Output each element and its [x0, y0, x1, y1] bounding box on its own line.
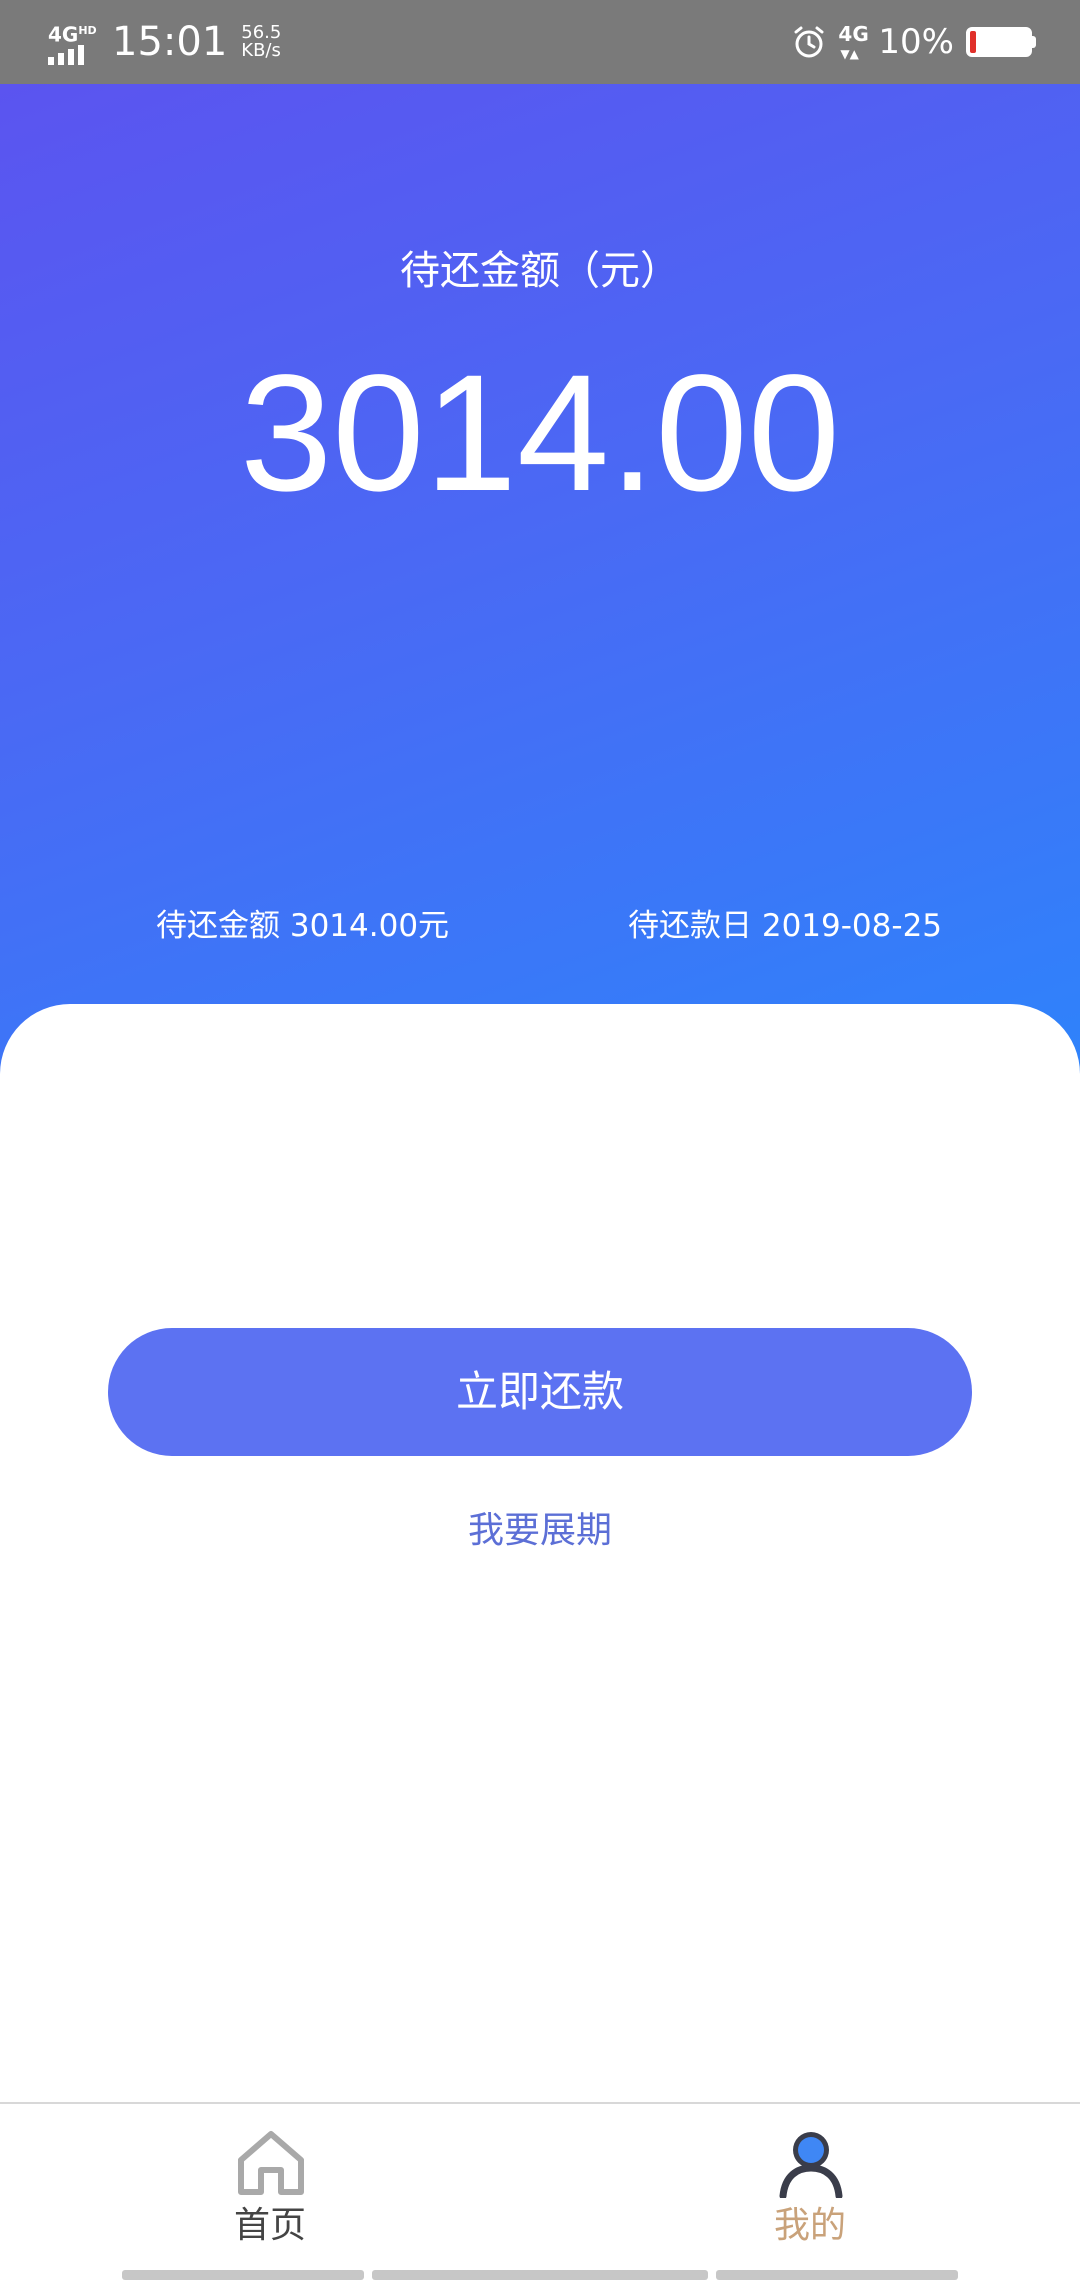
network-hd: HD: [78, 24, 97, 37]
network-speed: 56.5 KB/s: [241, 24, 281, 60]
home-icon: [238, 2131, 304, 2195]
status-bar-left: 4GHD 15:01 56.5 KB/s: [44, 14, 281, 70]
bottom-tab-bar: 首页 我的: [0, 2102, 1080, 2280]
tab-mine-label: 我的: [773, 2205, 846, 2246]
battery-percent: 10%: [878, 22, 954, 62]
signal-bars: [48, 45, 84, 65]
nav-gesture-bar-center: [372, 2270, 708, 2280]
alarm-icon: [794, 26, 824, 58]
status-bar: 4GHD 15:01 56.5 KB/s 4G ▼▲ 10%: [0, 0, 1080, 84]
nav-gesture-bar-right: [716, 2270, 958, 2280]
battery-fill: [970, 31, 976, 53]
amount-due-title: 待还金额（元）: [400, 248, 680, 294]
data-network-label: 4G: [838, 22, 869, 46]
signal-icon: 4GHD: [44, 17, 102, 67]
nav-gesture-bar-left: [122, 2270, 364, 2280]
data-network-icon: 4G ▼▲: [832, 20, 868, 64]
tab-home[interactable]: 首页: [120, 2104, 420, 2264]
repay-now-button[interactable]: 立即还款: [108, 1328, 972, 1456]
due-info-row: 待还金额 3014.00元 待还款日 2019-08-25: [0, 902, 1080, 950]
due-amount-text: 待还金额 3014.00元: [156, 908, 450, 944]
network-type: 4G: [48, 22, 79, 47]
amount-due-value: 3014.00: [239, 341, 841, 526]
battery-icon: [966, 27, 1036, 57]
extend-loan-link[interactable]: 我要展期: [0, 1506, 1080, 1556]
speed-unit: KB/s: [241, 40, 281, 61]
status-bar-right: 4G ▼▲ 10%: [792, 14, 1036, 70]
due-date-text: 待还款日 2019-08-25: [628, 908, 943, 944]
tab-mine[interactable]: 我的: [660, 2104, 960, 2264]
user-icon: [779, 2132, 843, 2198]
clock: 15:01: [112, 19, 228, 65]
app-screen: 4GHD 15:01 56.5 KB/s 4G ▼▲ 10% 待还金额（元） 3…: [0, 0, 1080, 2280]
data-arrows-icon: ▼▲: [840, 47, 859, 61]
tab-home-label: 首页: [233, 2205, 306, 2246]
